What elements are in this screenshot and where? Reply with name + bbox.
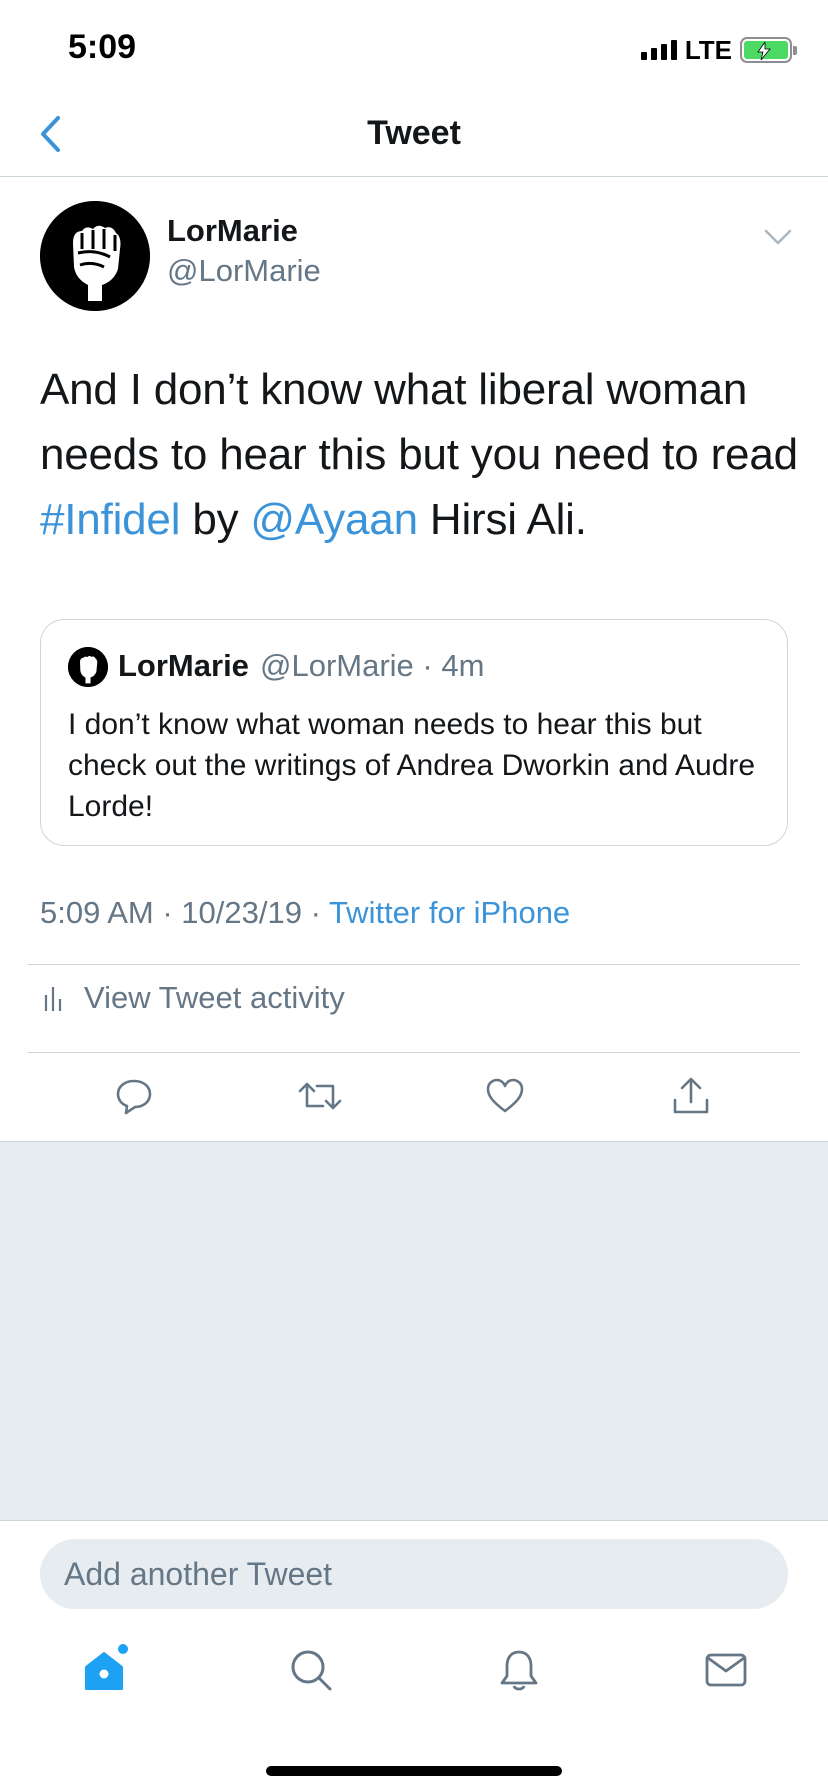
quoted-tweet[interactable]: LorMarie @LorMarie · 4m I don’t know wha…: [40, 619, 788, 846]
quoted-text: I don’t know what woman needs to hear th…: [68, 708, 756, 823]
signal-icon: [640, 40, 677, 60]
tweet-text-part: Hirsi Ali.: [417, 495, 587, 544]
tab-messages[interactable]: [696, 1640, 756, 1700]
tweet-text-part: And I don’t know what liberal woman need…: [40, 365, 798, 479]
tab-notifications[interactable]: [489, 1640, 549, 1700]
view-activity-label: View Tweet activity: [84, 980, 345, 1015]
notifications-icon: [500, 1650, 538, 1691]
fist-logo-icon: [40, 201, 150, 311]
tweet-text-part: by: [180, 495, 251, 544]
avatar[interactable]: [40, 201, 150, 311]
retweet-icon: [298, 1082, 342, 1110]
author-handle[interactable]: @LorMarie: [167, 253, 321, 289]
messages-icon: [705, 1653, 747, 1687]
divider: [28, 964, 800, 965]
nav-header: Tweet: [0, 100, 828, 177]
reply-button[interactable]: [104, 1066, 164, 1126]
share-icon: [673, 1077, 709, 1114]
network-type: LTE: [684, 34, 732, 65]
tweet-menu-button[interactable]: [762, 225, 794, 249]
empty-area: [0, 1141, 828, 1521]
author-name[interactable]: LorMarie: [167, 213, 298, 249]
tab-bar: [0, 1630, 828, 1720]
tab-search[interactable]: [281, 1640, 341, 1700]
hashtag-link[interactable]: #Infidel: [40, 495, 180, 544]
reply-composer-input[interactable]: Add another Tweet: [40, 1539, 788, 1609]
status-time: 5:09: [68, 28, 137, 66]
tab-home[interactable]: [74, 1640, 134, 1700]
like-icon: [486, 1078, 524, 1113]
tweet-source-link[interactable]: Twitter for iPhone: [329, 895, 570, 930]
notification-dot: [118, 1644, 128, 1654]
home-icon: [85, 1652, 123, 1690]
tweet-timestamp: 5:09 AM · 10/23/19 ·: [40, 895, 329, 930]
chevron-down-icon: [764, 229, 792, 245]
mention-link[interactable]: @Ayaan: [250, 495, 418, 544]
home-indicator[interactable]: [266, 1766, 562, 1776]
like-button[interactable]: [475, 1066, 535, 1126]
tweet-actions: [0, 1066, 828, 1136]
page-title: Tweet: [367, 114, 461, 152]
fist-logo-icon: [68, 647, 108, 687]
activity-chart-icon: [44, 987, 62, 1011]
quoted-avatar: [68, 647, 108, 687]
status-bar: 5:09 LTE: [0, 0, 828, 100]
retweet-button[interactable]: [290, 1066, 350, 1126]
tweet-text: And I don’t know what liberal woman need…: [40, 357, 800, 552]
status-indicators: LTE: [640, 34, 797, 65]
quoted-author-handle: @LorMarie · 4m: [260, 648, 485, 683]
divider: [28, 1052, 800, 1053]
search-icon: [291, 1650, 332, 1691]
quoted-author-name: LorMarie: [118, 648, 249, 683]
battery-icon: [740, 37, 797, 63]
tweet-meta: 5:09 AM · 10/23/19 · Twitter for iPhone: [40, 895, 570, 931]
share-button[interactable]: [661, 1066, 721, 1126]
view-activity-button[interactable]: View Tweet activity: [44, 968, 345, 1028]
reply-icon: [116, 1079, 152, 1115]
